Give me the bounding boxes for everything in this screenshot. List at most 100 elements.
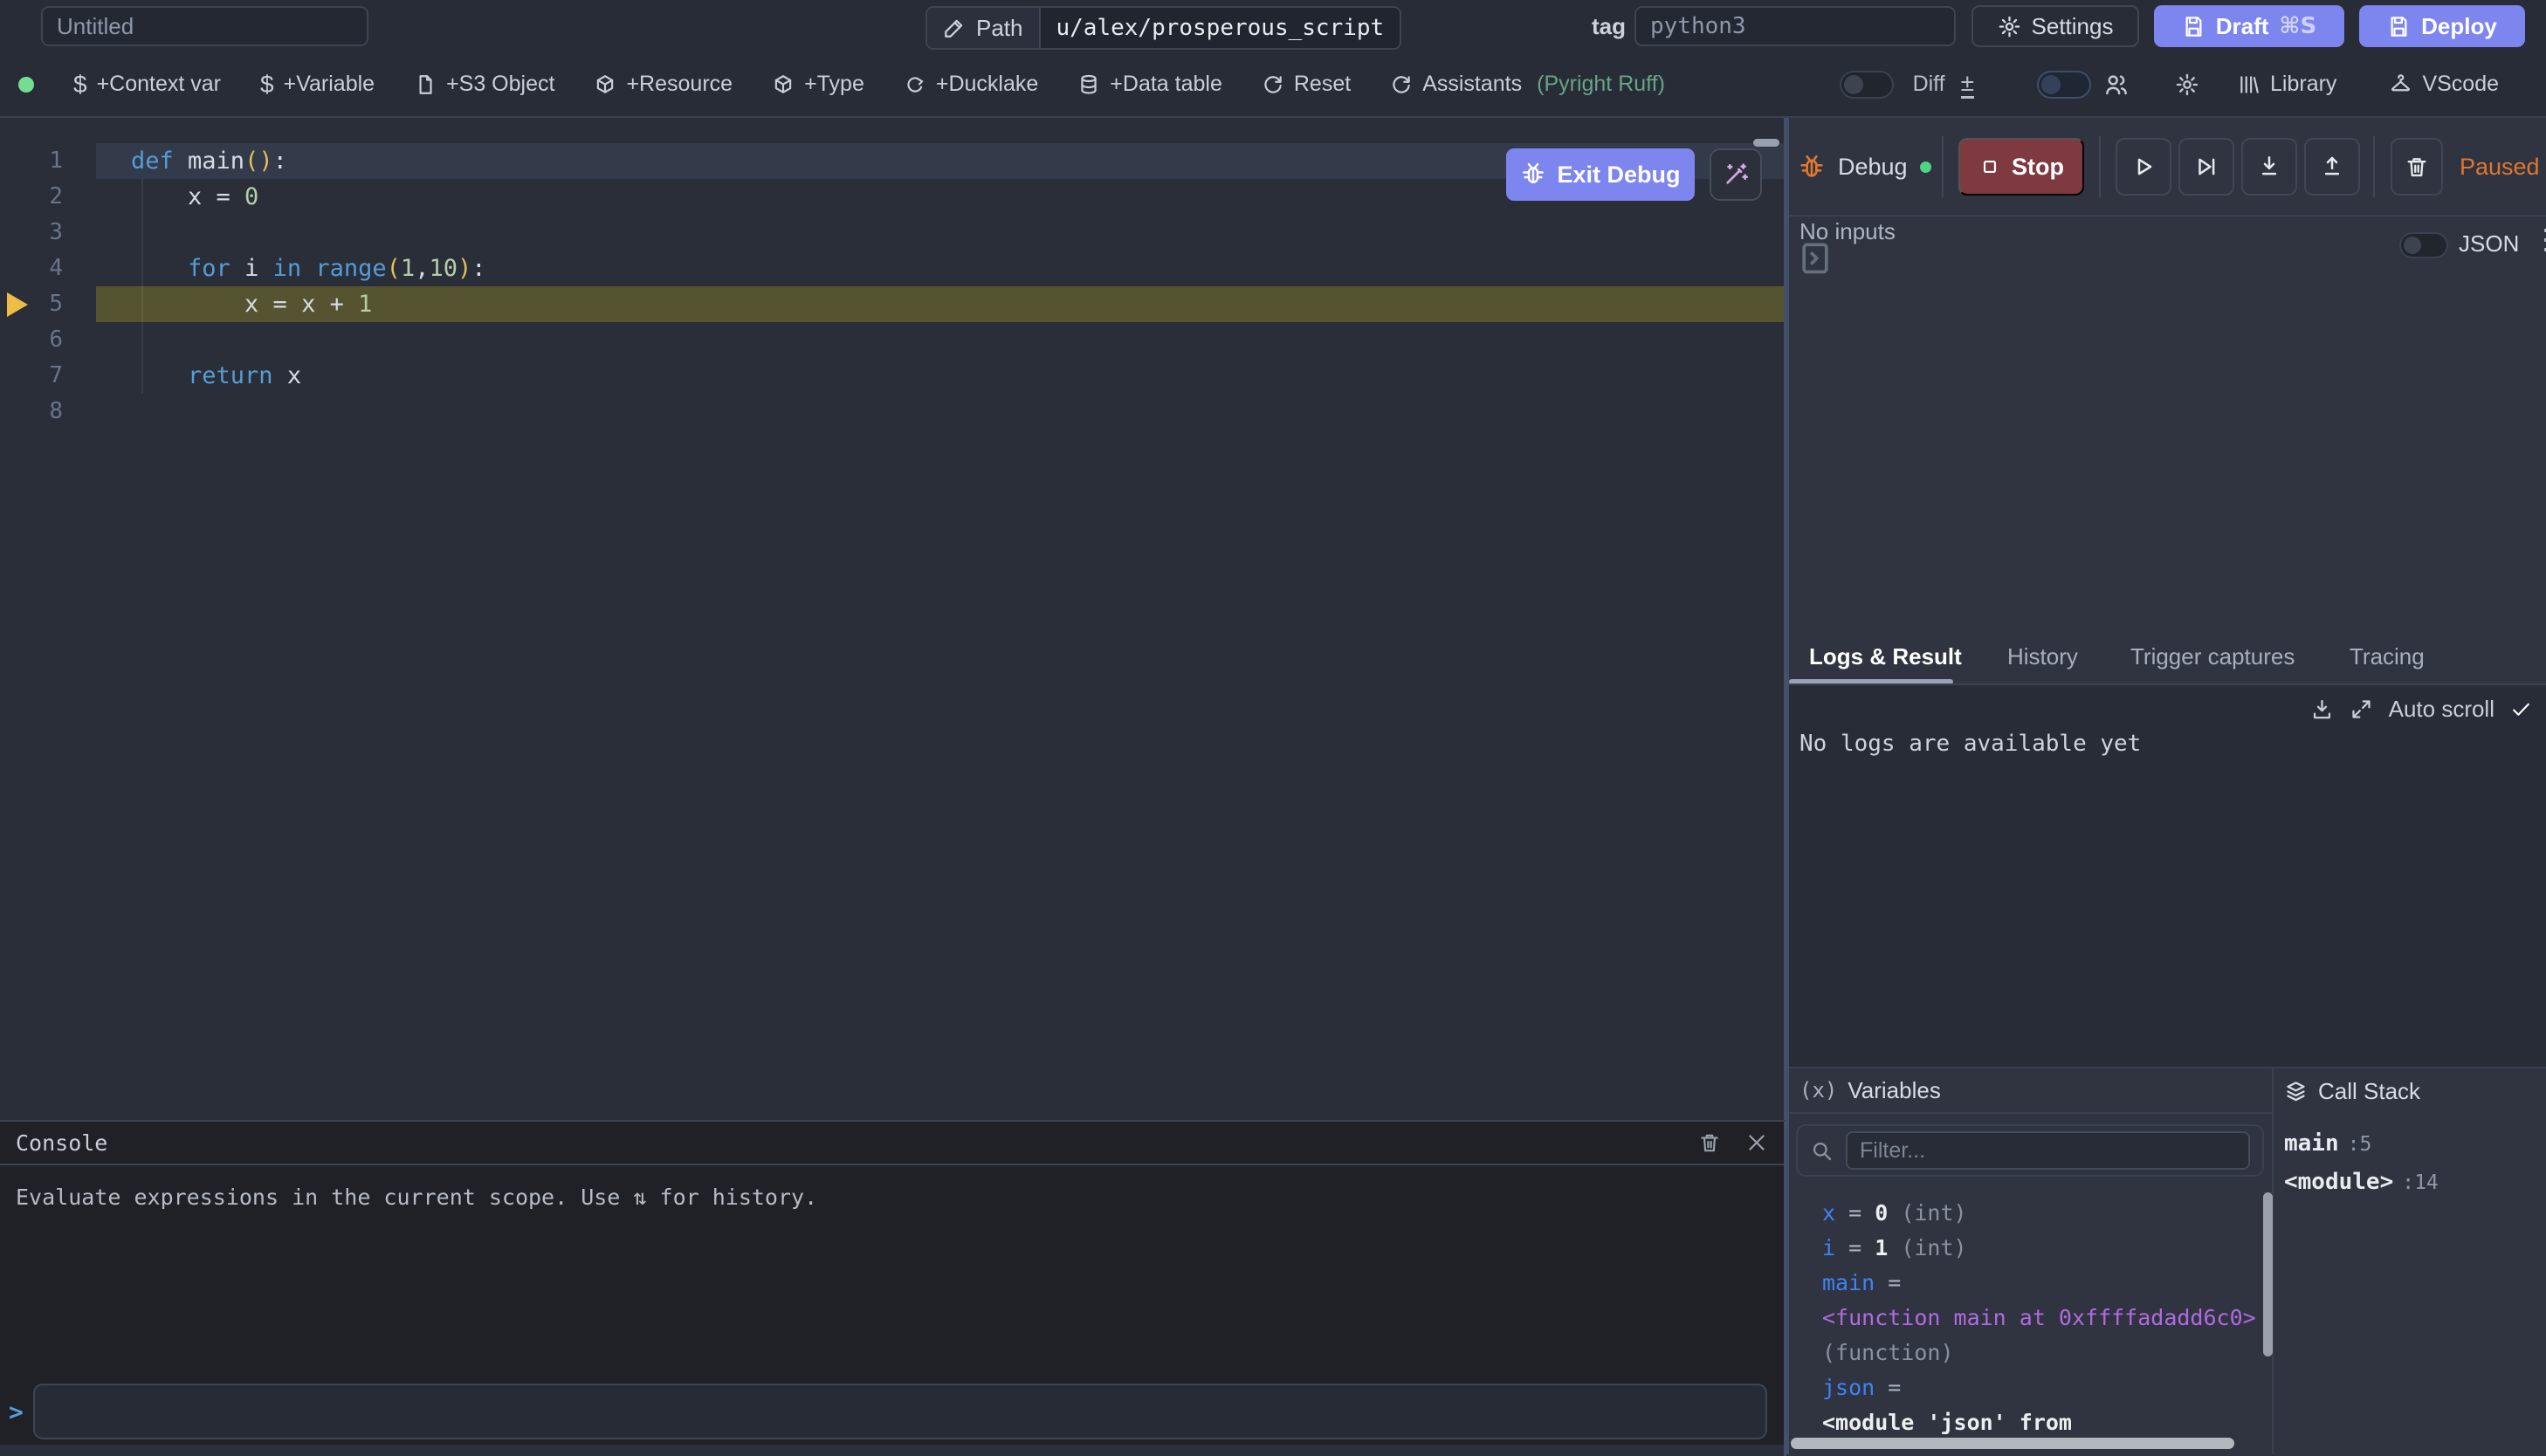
add-resource-button[interactable]: +Resource [594,72,733,97]
json-toggle[interactable] [2399,232,2448,258]
vscode-icon [2389,72,2412,96]
add-s3-object-button[interactable]: +S3 Object [414,72,554,97]
draft-button[interactable]: Draft ⌘S [2154,5,2344,47]
layers-icon [2284,1080,2308,1103]
variables-horizontal-scrollbar[interactable] [1791,1438,2234,1449]
close-console-icon[interactable] [1745,1131,1768,1154]
variable-row[interactable]: (function) [1822,1336,2259,1370]
line-number[interactable]: 7 [0,358,63,394]
console-expression-input[interactable] [33,1384,1767,1439]
code-line [131,215,486,251]
tag-input[interactable] [1634,6,1956,46]
auto-scroll-label[interactable]: Auto scroll [2389,696,2494,723]
step-over-button[interactable] [2178,138,2234,196]
line-number[interactable]: 2 [0,179,63,215]
expand-logs-icon[interactable] [2350,697,2373,721]
download-logs-icon[interactable] [2310,697,2334,721]
multiplayer-toggle[interactable] [2037,71,2091,99]
call-stack-frames[interactable]: main:5<module>:14 [2284,1126,2439,1203]
save-icon [2387,15,2411,38]
gear-icon [1998,15,2021,38]
variable-row[interactable]: json = [1822,1370,2259,1405]
diff-label: Diff [1913,72,1945,97]
line-number[interactable]: 5 [0,286,63,322]
variables-filter-box [1796,1124,2264,1177]
line-number[interactable]: 8 [0,394,63,429]
continue-button[interactable] [2116,138,2171,196]
call-stack-frame[interactable]: main:5 [2284,1126,2439,1164]
variable-row[interactable]: <function main at 0xffffadadd6c0> [1822,1301,2259,1336]
plus-minus-icon[interactable]: ± [1961,70,1974,99]
debug-panel-header: Debug Stop Paused [1789,118,2546,216]
tab-logs-result[interactable]: Logs & Result [1809,640,1962,673]
line-number[interactable]: 1 [0,143,63,179]
ai-wand-button[interactable] [1710,148,1762,201]
variable-row[interactable]: i = 1 (int) [1822,1231,2259,1266]
diff-toggle[interactable] [1840,71,1894,99]
paused-status: Paused [2460,118,2540,216]
reset-button[interactable]: Reset [1262,72,1351,97]
exit-debug-button[interactable]: Exit Debug [1506,148,1695,201]
line-number[interactable]: 3 [0,215,63,251]
variables-list[interactable]: x = 0 (int)i = 1 (int)main =<function ma… [1822,1196,2259,1440]
tab-history[interactable]: History [2007,640,2078,673]
code-line: for i in range(1,10): [131,251,486,286]
code-line [131,322,486,358]
vscode-button[interactable]: VScode [2389,72,2499,97]
tag-label: tag [1592,0,1626,52]
kebab-menu-icon[interactable]: ⋮ [2532,223,2546,256]
tab-trigger-captures[interactable]: Trigger captures [2130,640,2295,673]
library-button[interactable]: Library [2238,72,2336,97]
assistants-button[interactable]: Assistants (Pyright Ruff) [1390,72,1665,97]
dollar-icon: $ [73,71,87,99]
save-icon [2182,15,2205,38]
add-context-var-button[interactable]: $ +Context var [73,71,221,99]
code-line [131,394,486,429]
add-type-button[interactable]: +Type [772,72,864,97]
search-icon [1810,1139,1834,1163]
variables-header: (x) Variables [1789,1068,2272,1114]
draft-shortcut: ⌘S [2279,13,2316,39]
check-icon[interactable] [2510,698,2532,720]
line-number[interactable]: 6 [0,322,63,358]
path-label: Path [976,15,1023,42]
console-footer-strip [0,1445,1784,1456]
script-title-input[interactable] [41,6,368,46]
variable-row[interactable]: main = [1822,1266,2259,1301]
editor-toolbar: $ +Context var $ +Variable +S3 Object +R… [0,52,2546,118]
trash-button[interactable] [2391,138,2443,196]
add-variable-button[interactable]: $ +Variable [260,71,375,99]
scrollbar-thumb[interactable] [1753,139,1779,147]
code-editor[interactable]: 12345678 def main(): x = 0 for i in rang… [0,118,1786,1120]
stop-square-icon [1978,155,2001,178]
refresh-icon [1262,73,1284,96]
tab-tracing[interactable]: Tracing [2350,640,2425,673]
no-logs-message: No logs are available yet [1799,731,2141,757]
json-toggle-label: JSON [2459,230,2519,258]
stop-button[interactable]: Stop [1958,138,2084,196]
path-group[interactable]: Path u/alex/prosperous_script [926,6,1401,50]
deploy-button[interactable]: Deploy [2359,5,2525,47]
code-line: x = x + 1 [131,286,486,322]
add-ducklake-button[interactable]: +Ducklake [904,72,1038,97]
settings-button[interactable]: Settings [1971,5,2139,47]
connection-status-dot [18,77,34,93]
editor-settings-gear-icon[interactable] [2175,72,2199,97]
dollar-icon: $ [260,71,274,99]
code-content[interactable]: def main(): x = 0 for i in range(1,10): … [131,143,486,429]
variable-row[interactable]: <module 'json' from [1822,1405,2259,1440]
variables-filter-input[interactable] [1846,1131,2250,1170]
code-line: return x [131,358,486,394]
package-icon [772,73,795,96]
line-number-gutter[interactable]: 12345678 [0,143,63,429]
step-into-button[interactable] [2241,138,2297,196]
clear-console-trash-icon[interactable] [1698,1131,1721,1154]
variables-vertical-scrollbar[interactable] [2263,1192,2273,1356]
library-bars-icon [2238,73,2260,96]
call-stack-frame[interactable]: <module>:14 [2284,1164,2439,1203]
add-data-table-button[interactable]: +Data table [1077,72,1222,97]
path-value[interactable]: u/alex/prosperous_script [1041,8,1400,48]
step-out-button[interactable] [2304,138,2360,196]
line-number[interactable]: 4 [0,251,63,286]
variable-row[interactable]: x = 0 (int) [1822,1196,2259,1231]
